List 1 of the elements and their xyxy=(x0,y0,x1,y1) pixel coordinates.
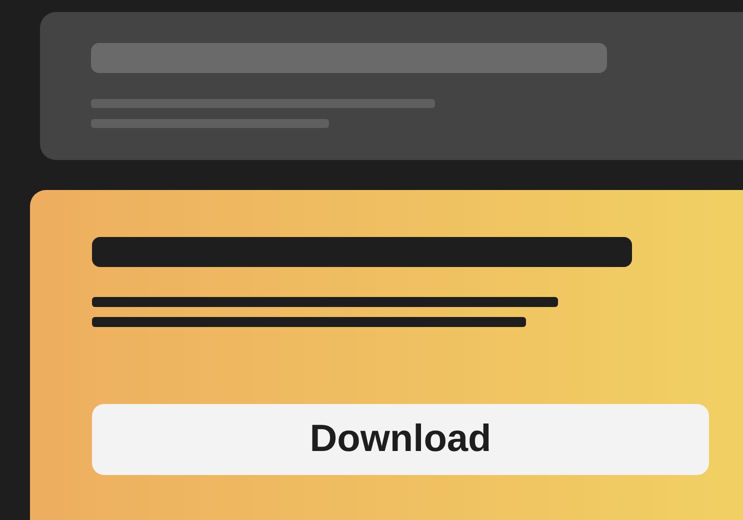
download-button[interactable]: Download xyxy=(92,404,709,475)
